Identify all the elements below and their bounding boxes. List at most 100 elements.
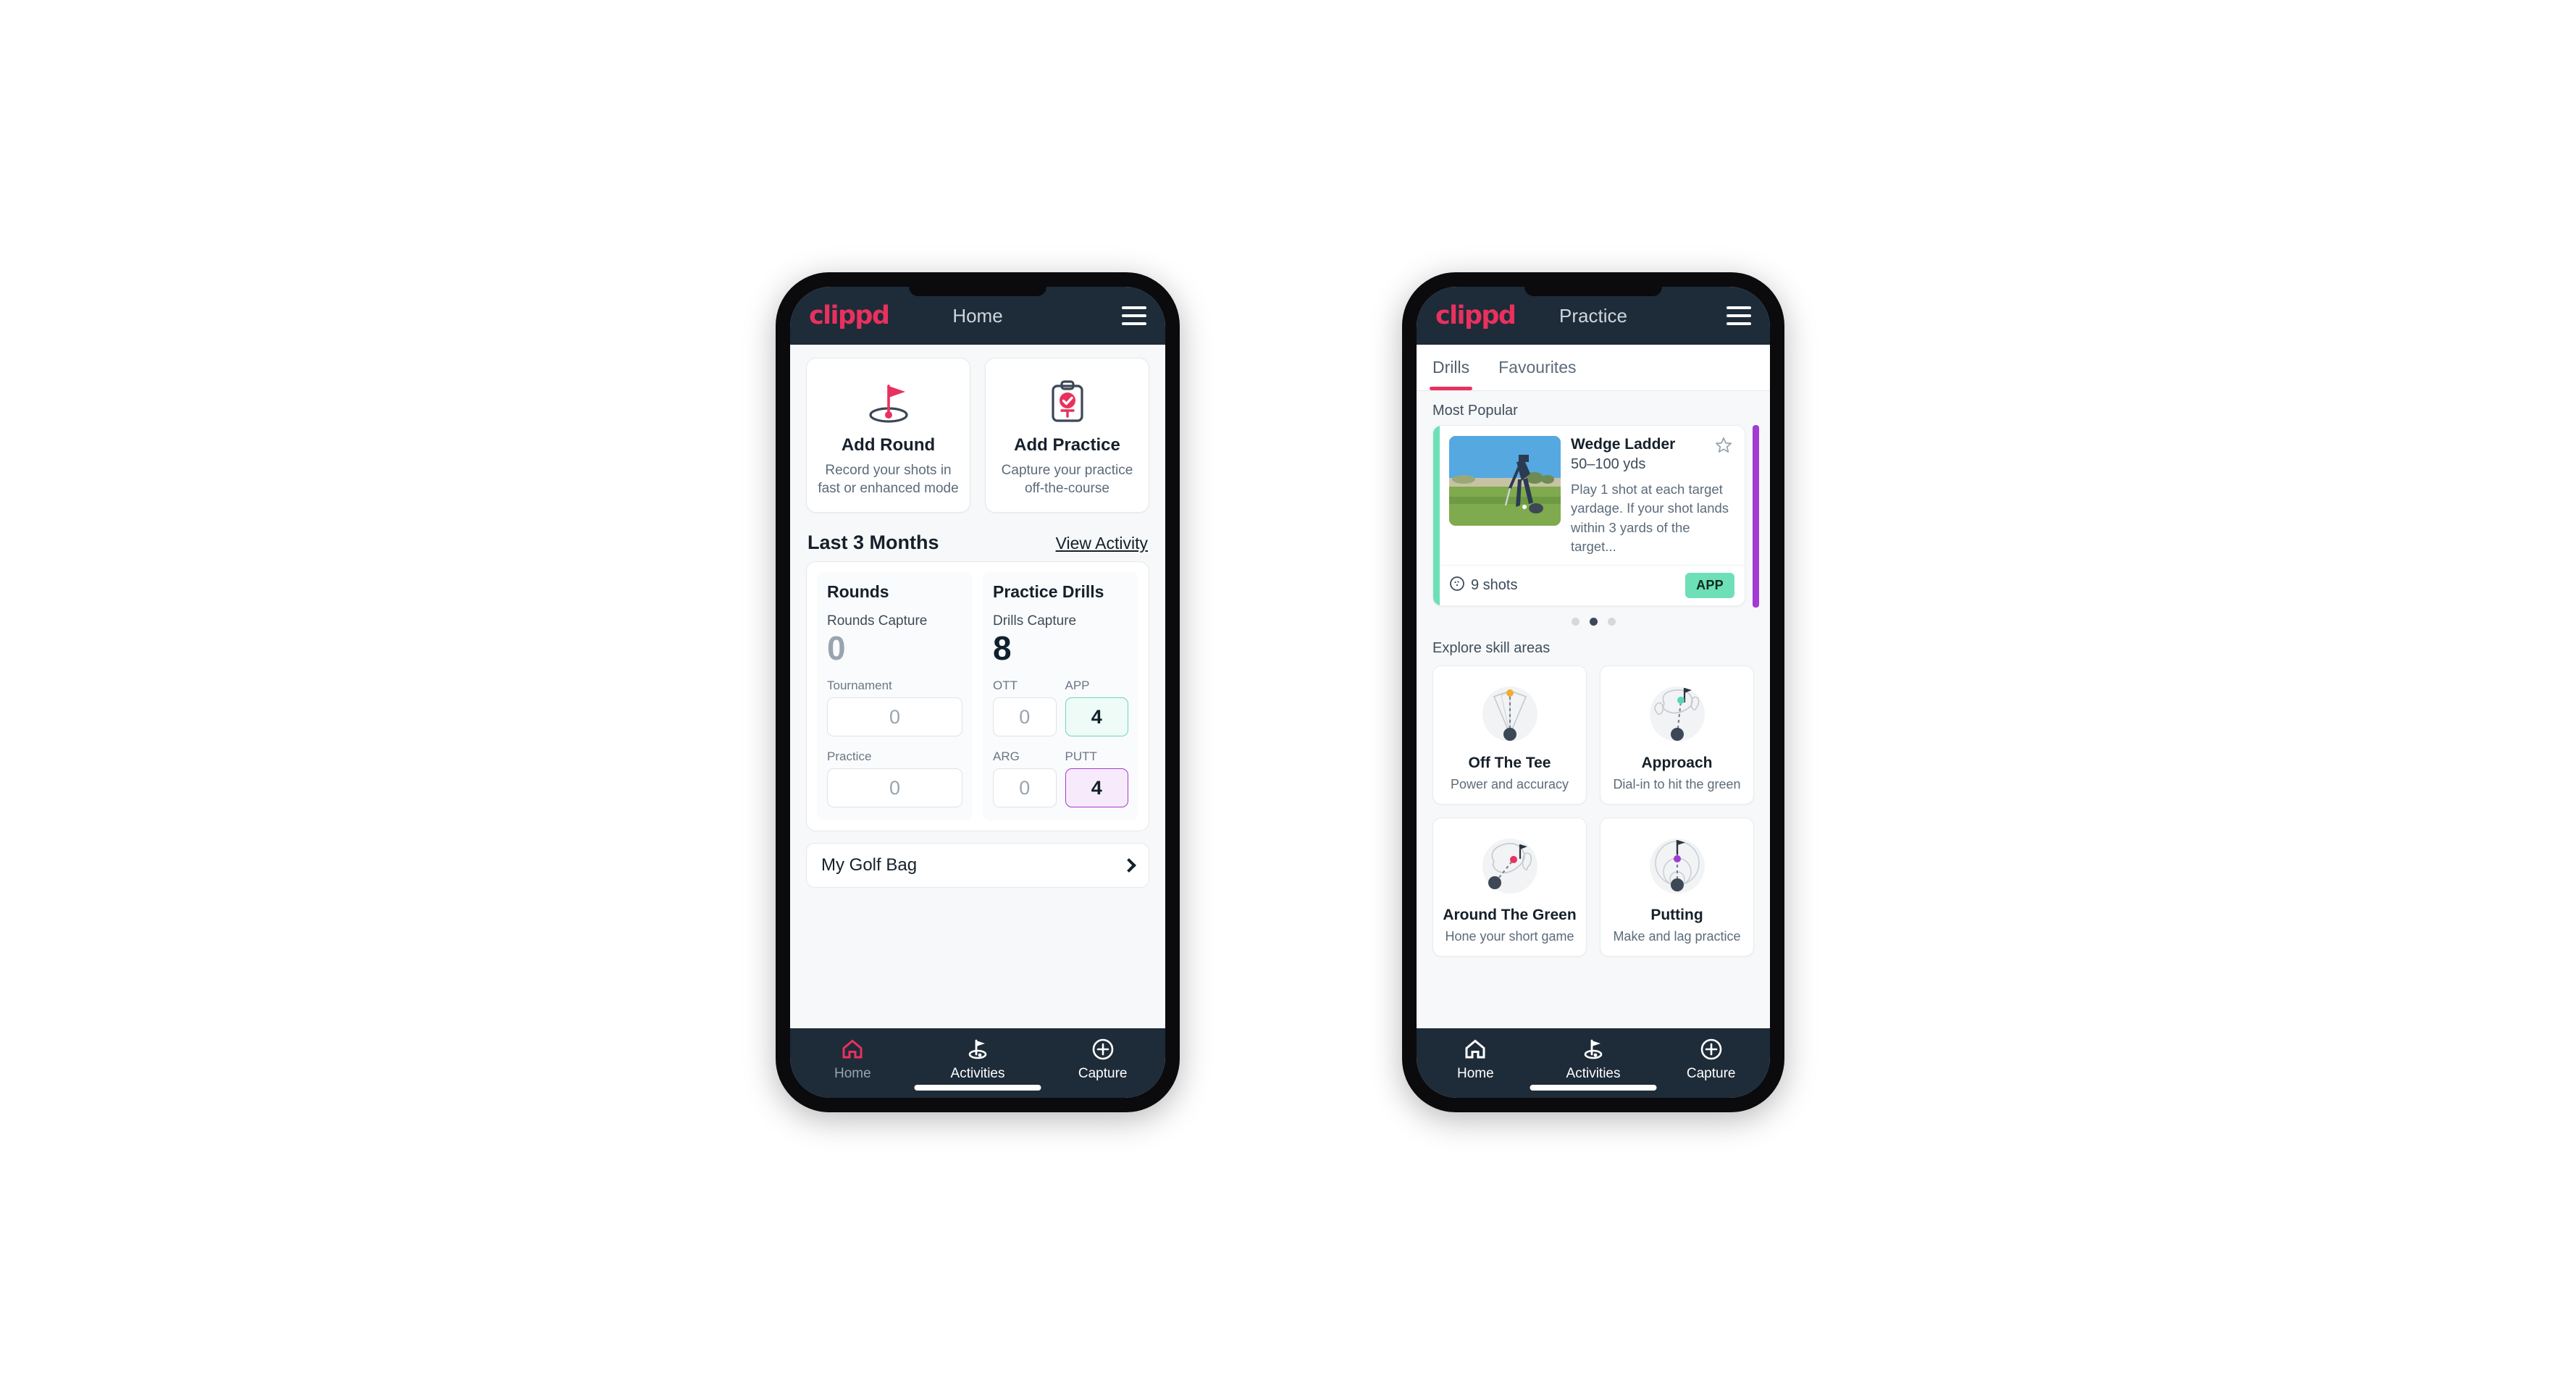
skill-areas-grid: Off The Tee Power and accuracy Approach … bbox=[1417, 663, 1770, 957]
carousel-dot-3[interactable] bbox=[1607, 618, 1616, 626]
nav-label-home: Home bbox=[1456, 1066, 1494, 1081]
plus-circle-icon bbox=[1700, 1037, 1723, 1062]
skill-subtitle: Hone your short game bbox=[1445, 929, 1574, 944]
golf-flag-icon bbox=[965, 1037, 990, 1062]
nav-label-capture: Capture bbox=[1686, 1066, 1736, 1081]
add-practice-card[interactable]: Add Practice Capture your practice off-t… bbox=[985, 358, 1149, 513]
golf-ball-icon bbox=[1449, 576, 1465, 596]
phone-practice-screen: clippd Practice Drills Favourites Most P… bbox=[1417, 287, 1770, 1098]
drills-capture-value: 8 bbox=[993, 629, 1012, 668]
clippd-logo[interactable]: clippd bbox=[1435, 303, 1516, 329]
arg-value[interactable]: 0 bbox=[993, 768, 1057, 808]
nav-item-capture[interactable]: Capture bbox=[1040, 1037, 1165, 1082]
home-icon bbox=[1464, 1037, 1487, 1062]
tab-favourites[interactable]: Favourites bbox=[1498, 345, 1576, 390]
view-activity-link[interactable]: View Activity bbox=[1056, 534, 1148, 553]
home-indicator bbox=[1530, 1085, 1657, 1091]
home-icon bbox=[841, 1037, 864, 1062]
nav-item-home[interactable]: Home bbox=[790, 1037, 915, 1082]
golf-flag-icon bbox=[1581, 1037, 1606, 1062]
skill-card-approach[interactable]: Approach Dial-in to hit the green bbox=[1600, 665, 1754, 805]
phone-notch bbox=[909, 287, 1046, 296]
phone-notch bbox=[1524, 287, 1662, 296]
golf-flag-hole-icon bbox=[815, 374, 961, 431]
skill-title: Approach bbox=[1641, 755, 1713, 772]
phone-practice: clippd Practice Drills Favourites Most P… bbox=[1402, 272, 1784, 1112]
screenshot-canvas: clippd Home Add Round Record your shots … bbox=[0, 0, 2576, 1386]
skill-subtitle: Power and accuracy bbox=[1450, 777, 1569, 792]
drills-capture-label: Drills Capture bbox=[993, 613, 1077, 629]
tournament-value[interactable]: 0 bbox=[827, 697, 962, 737]
nav-label-activities: Activities bbox=[1566, 1066, 1621, 1081]
explore-skill-areas-label: Explore skill areas bbox=[1432, 640, 1551, 657]
arg-label: ARG bbox=[993, 749, 1020, 764]
clipboard-check-icon bbox=[994, 374, 1140, 431]
home-bottom-nav: Home Activities Capture bbox=[790, 1028, 1165, 1098]
approach-green-icon bbox=[1608, 676, 1746, 752]
putt-label: PUTT bbox=[1065, 749, 1097, 764]
golfer-chipping-photo bbox=[1449, 436, 1561, 526]
phone-home-screen: clippd Home Add Round Record your shots … bbox=[790, 287, 1165, 1098]
putt-value[interactable]: 4 bbox=[1065, 768, 1128, 808]
rounds-heading: Rounds bbox=[827, 582, 889, 602]
my-golf-bag-row[interactable]: My Golf Bag bbox=[806, 843, 1149, 889]
carousel-dot-2[interactable] bbox=[1589, 618, 1598, 626]
practice-scroll-body: Drills Favourites Most Popular Wedge Lad… bbox=[1417, 345, 1770, 1028]
drill-carousel[interactable]: Wedge Ladder 50–100 yds Play 1 shot at e… bbox=[1417, 425, 1770, 608]
quick-actions: Add Round Record your shots in fast or e… bbox=[790, 345, 1165, 513]
chevron-right-icon bbox=[1122, 858, 1136, 873]
add-round-subtitle: Record your shots in fast or enhanced mo… bbox=[818, 463, 959, 497]
drill-skill-badge: APP bbox=[1685, 573, 1734, 599]
nav-item-home[interactable]: Home bbox=[1417, 1037, 1535, 1082]
skill-subtitle: Dial-in to hit the green bbox=[1613, 777, 1741, 792]
ott-value[interactable]: 0 bbox=[993, 697, 1057, 737]
rounds-stats-column: Rounds Rounds Capture 0 Tournament 0 Pra… bbox=[817, 572, 973, 821]
my-golf-bag-label: My Golf Bag bbox=[821, 855, 918, 875]
nav-item-activities[interactable]: Activities bbox=[1535, 1037, 1653, 1082]
practice-value[interactable]: 0 bbox=[827, 768, 962, 808]
drill-shots: 9 shots bbox=[1449, 576, 1517, 596]
practice-tabs: Drills Favourites bbox=[1417, 345, 1770, 391]
drills-heading: Practice Drills bbox=[993, 582, 1104, 602]
hamburger-menu-icon[interactable] bbox=[1122, 306, 1146, 325]
nav-item-activities[interactable]: Activities bbox=[915, 1037, 1041, 1082]
hamburger-menu-icon[interactable] bbox=[1727, 306, 1751, 325]
drill-description: Play 1 shot at each target yardage. If y… bbox=[1571, 482, 1729, 554]
star-outline-icon[interactable] bbox=[1714, 436, 1733, 458]
add-round-card[interactable]: Add Round Record your shots in fast or e… bbox=[806, 358, 970, 513]
tournament-label: Tournament bbox=[827, 679, 892, 693]
drill-card-wedge-ladder[interactable]: Wedge Ladder 50–100 yds Play 1 shot at e… bbox=[1432, 425, 1745, 607]
carousel-dot-1[interactable] bbox=[1571, 618, 1579, 626]
skill-card-putting[interactable]: Putting Make and lag practice bbox=[1600, 818, 1754, 957]
next-drill-card-peek[interactable] bbox=[1753, 425, 1759, 608]
nav-label-capture: Capture bbox=[1078, 1066, 1128, 1081]
around-green-icon bbox=[1440, 828, 1579, 904]
carousel-dots[interactable] bbox=[1417, 606, 1770, 629]
practice-label: Practice bbox=[827, 749, 872, 764]
plus-circle-icon bbox=[1091, 1037, 1115, 1062]
skill-card-around-the-green[interactable]: Around The Green Hone your short game bbox=[1432, 818, 1587, 957]
add-practice-title: Add Practice bbox=[1014, 435, 1120, 455]
app-value[interactable]: 4 bbox=[1065, 697, 1128, 737]
stats-panel: Rounds Rounds Capture 0 Tournament 0 Pra… bbox=[806, 561, 1149, 832]
last-3-months-header: Last 3 Months View Activity bbox=[790, 513, 1165, 561]
skill-title: Off The Tee bbox=[1468, 755, 1551, 772]
nav-item-capture[interactable]: Capture bbox=[1652, 1037, 1770, 1082]
drill-shots-label: 9 shots bbox=[1471, 577, 1518, 594]
drill-name: Wedge Ladder bbox=[1571, 436, 1676, 453]
tab-drills[interactable]: Drills bbox=[1429, 345, 1473, 390]
rounds-capture-label: Rounds Capture bbox=[827, 613, 928, 629]
skill-title: Around The Green bbox=[1443, 907, 1577, 924]
add-practice-subtitle: Capture your practice off-the-course bbox=[1001, 463, 1133, 497]
section-title: Last 3 Months bbox=[807, 532, 939, 554]
putting-rings-icon bbox=[1608, 828, 1746, 904]
clippd-logo[interactable]: clippd bbox=[809, 303, 890, 329]
most-popular-label: Most Popular bbox=[1432, 403, 1518, 419]
skill-card-off-the-tee[interactable]: Off The Tee Power and accuracy bbox=[1432, 665, 1587, 805]
practice-bottom-nav: Home Activities Capture bbox=[1417, 1028, 1770, 1098]
skill-title: Putting bbox=[1650, 907, 1703, 924]
drills-stats-column: Practice Drills Drills Capture 8 OTT 0 A… bbox=[983, 572, 1138, 821]
phone-home: clippd Home Add Round Record your shots … bbox=[776, 272, 1180, 1112]
home-indicator bbox=[914, 1085, 1041, 1091]
home-scroll-body: Add Round Record your shots in fast or e… bbox=[790, 345, 1165, 1028]
